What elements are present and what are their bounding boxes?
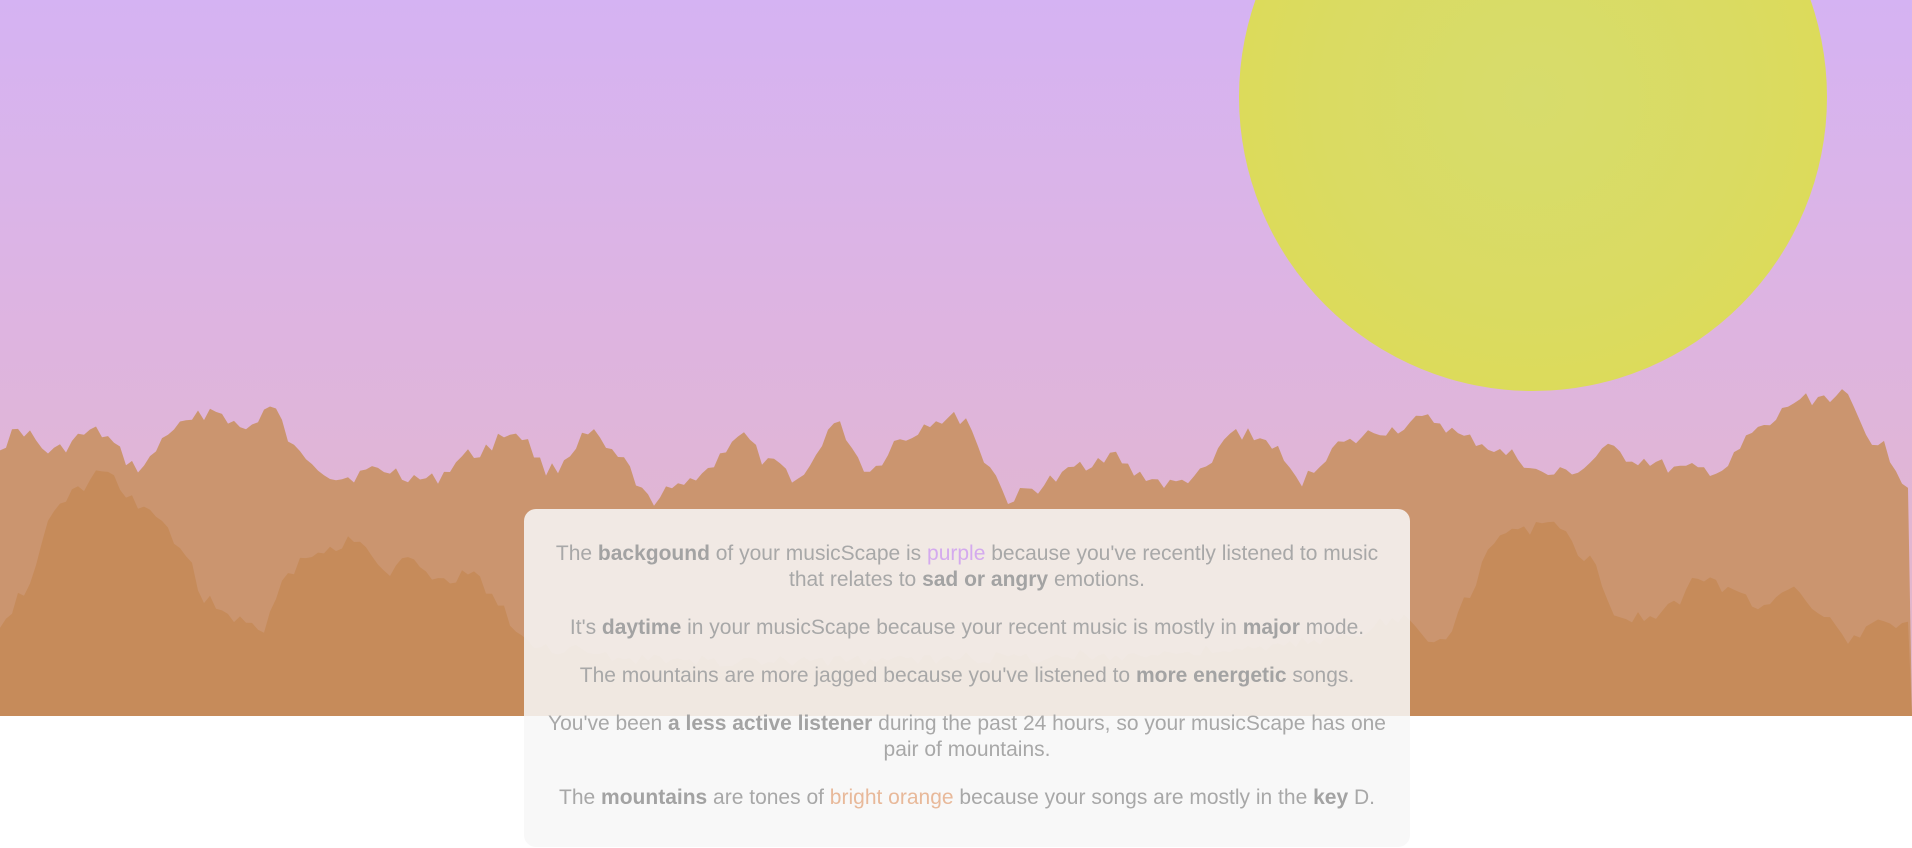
background-explanation: The backgound of your musicScape is purp… xyxy=(540,541,1394,593)
text-fragment: emotions. xyxy=(1048,568,1145,591)
text-fragment: You've been xyxy=(548,712,669,735)
mountain-color-word: bright orange xyxy=(829,786,954,809)
text-fragment: because your songs are mostly in the xyxy=(953,786,1314,809)
highlight-mode: major xyxy=(1242,616,1300,639)
highlight-emotions: sad or angry xyxy=(922,568,1049,591)
highlight-key: key xyxy=(1313,786,1349,809)
text-fragment: songs. xyxy=(1286,664,1355,687)
text-fragment: mode. xyxy=(1299,616,1365,639)
text-fragment: are tones of xyxy=(707,786,830,809)
highlight-background: backgound xyxy=(597,542,710,565)
text-fragment: during the past 24 hours, so your musicS… xyxy=(872,712,1386,761)
highlight-energy: more energetic xyxy=(1135,664,1287,687)
text-fragment: It's xyxy=(569,616,602,639)
background-color-word: purple xyxy=(927,542,986,565)
musicscape-description-card: The backgound of your musicScape is purp… xyxy=(524,509,1410,847)
mountain-color-explanation: The mountains are tones of bright orange… xyxy=(540,785,1394,811)
text-fragment: The xyxy=(555,542,598,565)
text-fragment: D. xyxy=(1348,786,1375,809)
text-fragment: of your musicScape is xyxy=(709,542,928,565)
text-fragment: in your musicScape because your recent m… xyxy=(681,616,1243,639)
highlight-daytime: daytime xyxy=(601,616,682,639)
daytime-explanation: It's daytime in your musicScape because … xyxy=(540,615,1394,641)
jaggedness-explanation: The mountains are more jagged because yo… xyxy=(540,663,1394,689)
text-fragment: The mountains are more jagged because yo… xyxy=(579,664,1136,687)
activity-explanation: You've been a less active listener durin… xyxy=(540,711,1394,763)
highlight-mountains: mountains xyxy=(601,786,708,809)
text-fragment: The xyxy=(559,786,602,809)
highlight-activity: a less active listener xyxy=(668,712,873,735)
